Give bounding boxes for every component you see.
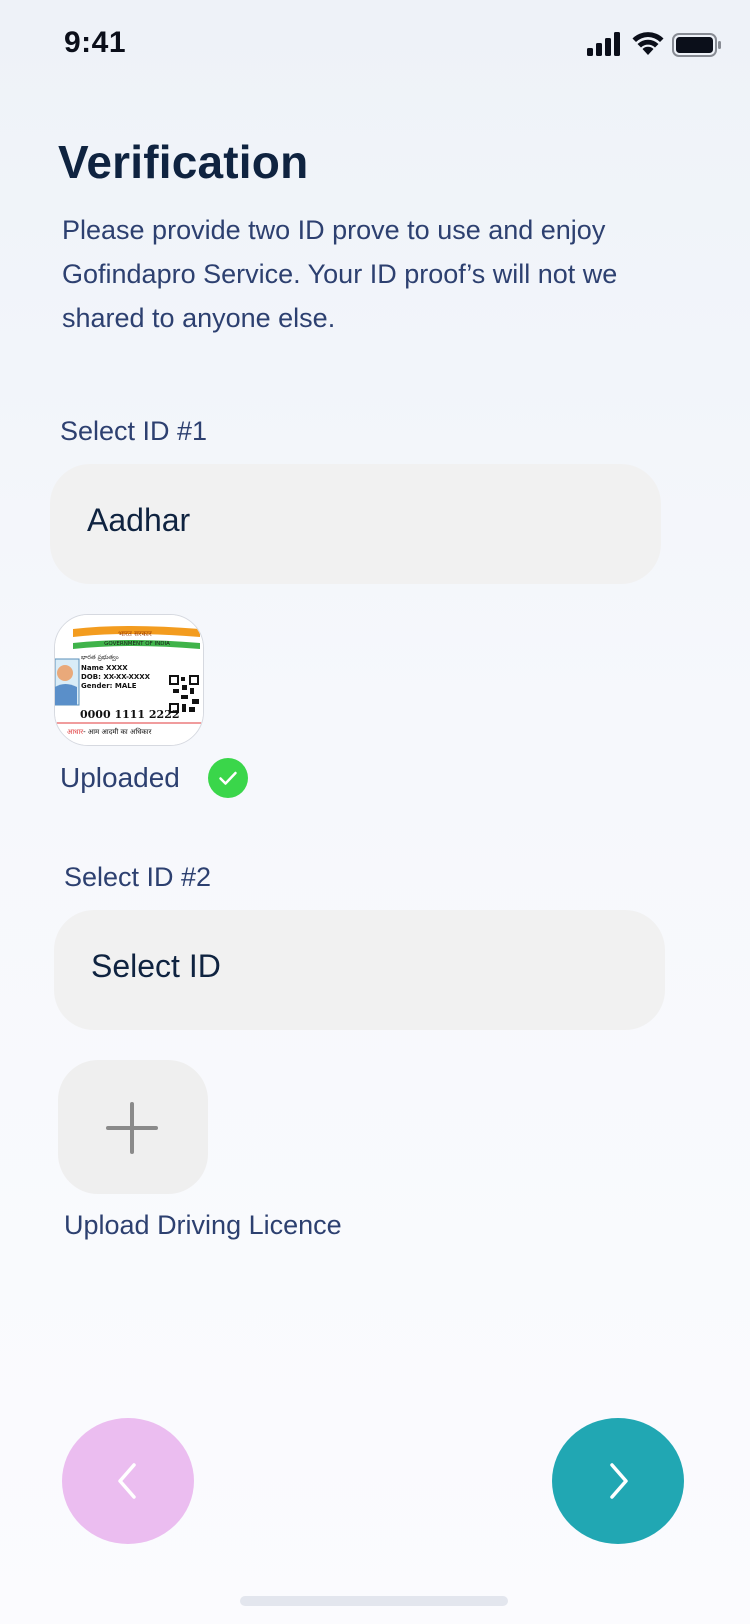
chevron-right-icon	[610, 1463, 628, 1499]
back-button[interactable]	[62, 1418, 194, 1544]
id2-placeholder: Select ID	[91, 948, 221, 984]
upload-status-text: Uploaded	[60, 762, 180, 793]
upload-driving-licence-button[interactable]	[58, 1060, 208, 1194]
page-description: Please provide two ID prove to use and e…	[62, 215, 618, 333]
check-circle-icon	[208, 758, 248, 798]
card-header-english: GOVERNMENT OF INDIA	[104, 641, 170, 647]
aadhar-card-thumbnail[interactable]: भारत सरकार GOVERNMENT OF INDIA భారత ప్రభ…	[54, 614, 204, 746]
card-regional-text: భారత ప్రభుత్వం	[81, 654, 119, 662]
id1-label: Select ID #1	[60, 416, 208, 446]
id1-selected-value: Aadhar	[87, 502, 191, 538]
signal-icon	[587, 32, 620, 56]
card-header-hindi: भारत सरकार	[118, 630, 152, 638]
id2-select[interactable]: Select ID	[54, 910, 665, 1030]
page-title: Verification	[58, 136, 309, 188]
status-bar: 9:41	[0, 0, 750, 92]
next-button[interactable]	[552, 1418, 684, 1544]
aadhar-card-image: भारत सरकार GOVERNMENT OF INDIA భారత ప్రభ…	[55, 615, 203, 745]
svg-text:आधार- आम आदमी का अधिकार: आधार- आम आदमी का अधिकार	[67, 727, 152, 736]
card-name: Name XXXX	[81, 664, 128, 672]
card-footer-red: आधार	[67, 728, 83, 736]
plus-icon	[106, 1102, 158, 1154]
wifi-icon	[632, 32, 664, 55]
status-time: 9:41	[64, 26, 127, 59]
card-gender: Gender: MALE	[81, 682, 137, 690]
card-dob: DOB: XX-XX-XXXX	[81, 673, 151, 681]
battery-icon	[672, 33, 721, 57]
id2-label: Select ID #2	[64, 862, 212, 892]
upload-caption: Upload Driving Licence	[64, 1210, 342, 1240]
home-indicator	[240, 1596, 508, 1606]
id1-select[interactable]: Aadhar	[50, 464, 661, 584]
chevron-left-icon	[118, 1463, 136, 1499]
card-number: 0000 1111 2222	[80, 708, 180, 721]
card-footer-text: - आम आदमी का अधिकार	[83, 727, 151, 736]
